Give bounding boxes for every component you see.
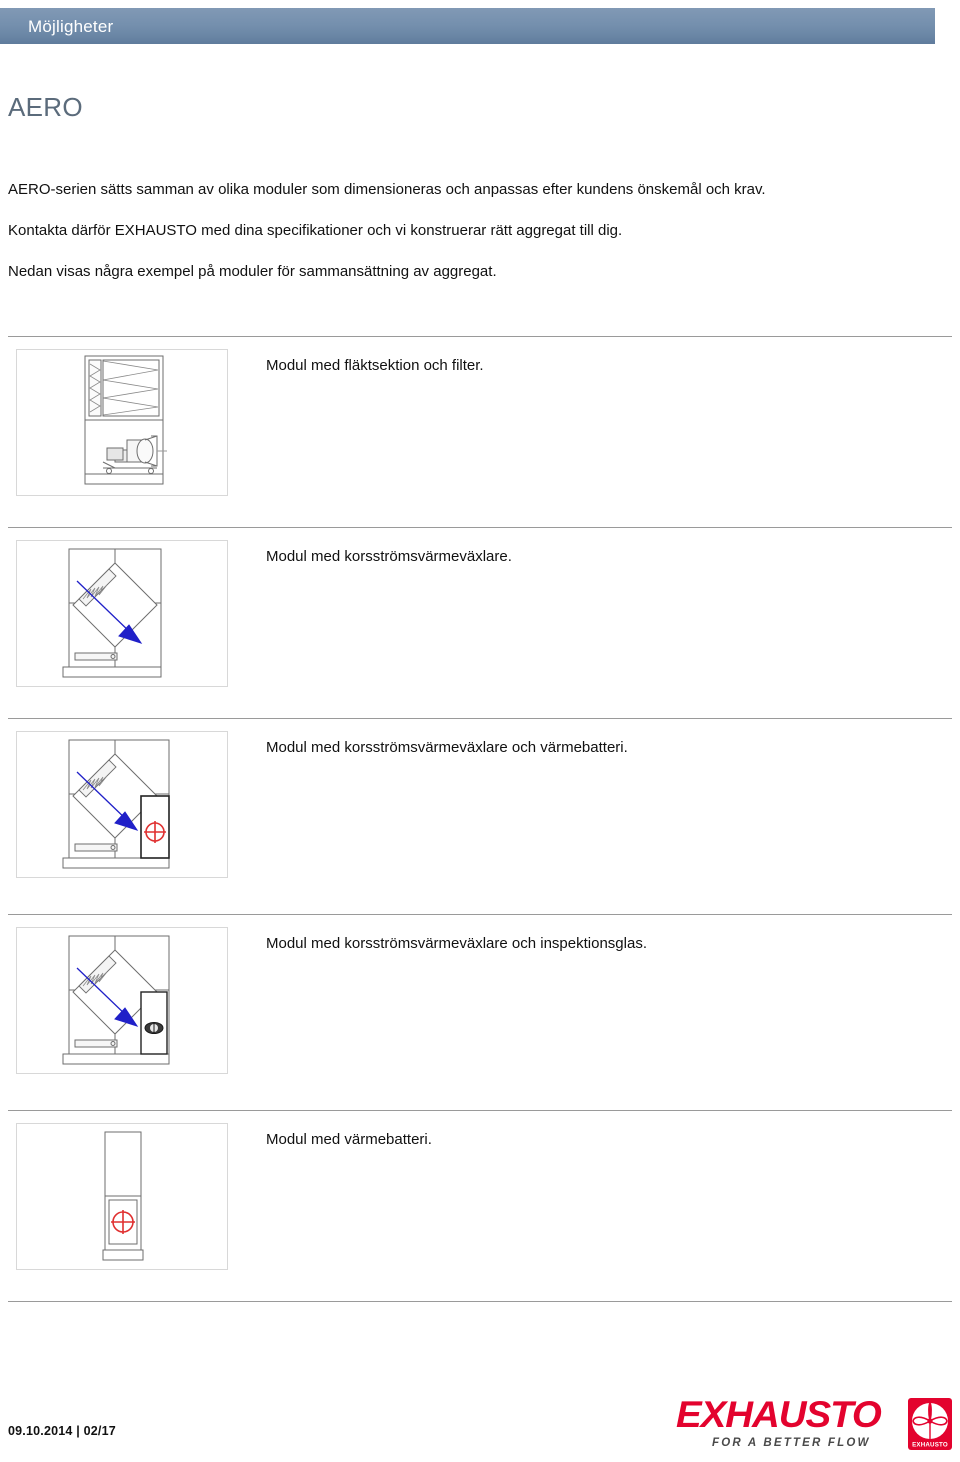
module-caption: Modul med korsströmsvärmeväxlare och vär… <box>266 739 628 756</box>
exhausto-logo: EXHAUSTO FOR A BETTER FLOW EXHAUSTO <box>676 1396 952 1454</box>
footer-date-and-page: 09.10.2014 | 02/17 <box>8 1424 116 1438</box>
fan-section-and-filter-drawing <box>16 349 228 496</box>
module-caption: Modul med korsströmsvärmeväxlare. <box>266 548 512 565</box>
svg-text:EXHAUSTO: EXHAUSTO <box>912 1442 948 1449</box>
header-band: Möjligheter <box>0 8 935 44</box>
header-title: Möjligheter <box>28 17 114 36</box>
module-row: Modul med korsströmsvärmeväxlare och ins… <box>8 914 952 1110</box>
module-caption: Modul med korsströmsvärmeväxlare och ins… <box>266 935 647 952</box>
exhausto-wordmark: EXHAUSTO <box>676 1394 882 1435</box>
intro-paragraph-3: Nedan visas några exempel på moduler för… <box>8 263 497 280</box>
module-row: Modul med fläktsektion och filter. <box>8 336 952 527</box>
intro-paragraph-1: AERO-serien sätts samman av olika module… <box>8 181 766 198</box>
exhausto-tagline: FOR A BETTER FLOW <box>712 1437 871 1449</box>
exhausto-logo-mark-icon: EXHAUSTO <box>908 1398 952 1450</box>
module-row: Modul med korsströmsvärmeväxlare. <box>8 527 952 718</box>
heating-coil-drawing <box>16 1123 228 1270</box>
intro-paragraph-2: Kontakta därför EXHAUSTO med dina specif… <box>8 222 623 239</box>
module-row: Modul med värmebatteri. <box>8 1110 952 1301</box>
cross-flow-heat-exchanger-with-inspection-glass-drawing <box>16 927 228 1074</box>
module-caption: Modul med fläktsektion och filter. <box>266 357 484 374</box>
module-caption: Modul med värmebatteri. <box>266 1131 432 1148</box>
module-list: Modul med fläktsektion och filter. Modul… <box>8 336 952 1302</box>
cross-flow-heat-exchanger-drawing <box>16 540 228 687</box>
module-row: Modul med korsströmsvärmeväxlare och vär… <box>8 718 952 914</box>
intro-text-block: AERO-serien sätts samman av olika module… <box>8 180 918 303</box>
module-list-end-divider <box>8 1301 952 1302</box>
cross-flow-heat-exchanger-with-heating-coil-drawing <box>16 731 228 878</box>
page-title: AERO <box>8 92 83 122</box>
